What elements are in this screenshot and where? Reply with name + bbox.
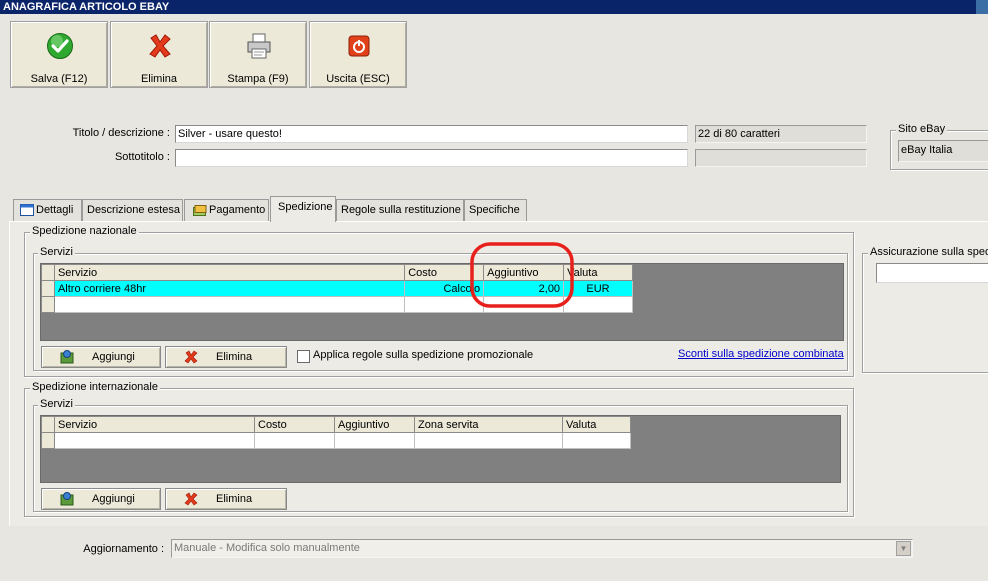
international-services-grid[interactable]: Servizio Costo Aggiuntivo Zona servita V… <box>40 415 841 483</box>
printer-icon <box>247 33 271 59</box>
subtitle-input[interactable] <box>175 149 688 167</box>
subtitle-char-count <box>695 149 867 167</box>
delete-button[interactable]: Elimina <box>110 21 208 88</box>
domestic-services-title: Servizi <box>38 246 76 258</box>
delete-x-icon <box>184 350 198 364</box>
tab-spedizione[interactable]: Spedizione <box>270 196 336 222</box>
add-service-icon <box>60 350 74 364</box>
tab-descrizione-estesa[interactable]: Descrizione estesa <box>82 199 183 221</box>
table-row[interactable] <box>41 432 631 449</box>
column-header[interactable]: Valuta <box>562 416 631 433</box>
window-icon <box>20 204 34 216</box>
cell-empty[interactable] <box>414 432 563 449</box>
delete-x-icon <box>184 492 198 506</box>
power-icon <box>348 35 370 57</box>
column-header[interactable]: Aggiuntivo <box>334 416 415 433</box>
row-header-corner <box>41 416 55 433</box>
add-service-icon <box>60 492 74 506</box>
insurance-select[interactable] <box>876 263 988 283</box>
print-button[interactable]: Stampa (F9) <box>209 21 307 88</box>
international-delete-button[interactable]: Elimina <box>165 488 287 510</box>
cell-empty[interactable] <box>254 432 335 449</box>
domestic-add-button[interactable]: Aggiungi <box>41 346 161 368</box>
tab-label: Specifiche <box>469 204 520 216</box>
checkmark-icon <box>47 33 73 59</box>
row-header[interactable] <box>41 280 55 297</box>
money-icon <box>193 205 207 216</box>
add-label: Aggiungi <box>92 493 135 505</box>
exit-button[interactable]: Uscita (ESC) <box>309 21 407 88</box>
delete-label: Elimina <box>216 351 253 363</box>
update-select-value: Manuale - Modifica solo manualmente <box>174 542 360 554</box>
cell-servizio[interactable]: Altro corriere 48hr <box>53 280 406 297</box>
promo-rule-checkbox[interactable] <box>297 350 310 363</box>
row-header[interactable] <box>41 432 55 449</box>
delete-x-icon <box>149 34 171 58</box>
tab-specifiche[interactable]: Specifiche <box>464 199 527 221</box>
highlight-circle <box>470 242 574 308</box>
column-header[interactable]: Servizio <box>53 264 406 281</box>
international-add-button[interactable]: Aggiungi <box>41 488 161 510</box>
char-count: 22 di 80 caratteri <box>695 125 867 143</box>
print-label: Stampa (F9) <box>227 73 289 85</box>
site-field[interactable]: eBay Italia <box>898 140 988 162</box>
tab-label: Spedizione <box>278 201 333 213</box>
tab-label: Dettagli <box>36 204 74 216</box>
delete-label: Elimina <box>216 493 253 505</box>
column-header[interactable]: Zona servita <box>414 416 563 433</box>
insurance-group-title: Assicurazione sulla spedi <box>868 246 988 258</box>
column-header[interactable]: Servizio <box>54 416 255 433</box>
save-button[interactable]: Salva (F12) <box>10 21 108 88</box>
save-label: Salva (F12) <box>30 73 88 85</box>
update-select[interactable]: Manuale - Modifica solo manualmente ▼ <box>171 539 913 558</box>
cell-empty[interactable] <box>53 296 406 313</box>
row-header[interactable] <box>41 296 55 313</box>
column-header[interactable]: Costo <box>254 416 335 433</box>
international-services-table: Servizio Costo Aggiuntivo Zona servita V… <box>41 416 631 449</box>
exit-label: Uscita (ESC) <box>326 73 390 85</box>
add-label: Aggiungi <box>92 351 135 363</box>
combined-discount-link[interactable]: Sconti sulla spedizione combinata <box>678 348 844 360</box>
international-group-title: Spedizione internazionale <box>30 381 160 393</box>
international-services-title: Servizi <box>38 398 76 410</box>
update-label: Aggiornamento : <box>83 543 164 555</box>
title-label: Titolo / descrizione : <box>72 127 170 139</box>
site-group-title: Sito eBay <box>896 123 948 135</box>
tab-regole-restituzione[interactable]: Regole sulla restituzione <box>336 199 464 221</box>
tab-label: Regole sulla restituzione <box>341 204 461 216</box>
title-input[interactable]: Silver - usare questo! <box>175 125 688 143</box>
window-control[interactable] <box>976 0 988 14</box>
window-title: ANAGRAFICA ARTICOLO EBAY <box>0 0 988 14</box>
tab-label: Descrizione estesa <box>87 204 180 216</box>
promo-rule-label: Applica regole sulla spedizione promozio… <box>313 349 534 361</box>
delete-label: Elimina <box>140 73 178 85</box>
cell-empty[interactable] <box>562 432 631 449</box>
row-header-corner <box>41 264 55 281</box>
subtitle-label: Sottotitolo : <box>114 151 170 163</box>
tab-label: Pagamento <box>209 204 266 216</box>
cell-empty[interactable] <box>54 432 255 449</box>
chevron-down-icon[interactable]: ▼ <box>896 541 911 556</box>
tab-pagamento[interactable]: Pagamento <box>184 199 269 221</box>
cell-empty[interactable] <box>334 432 415 449</box>
tab-dettagli[interactable]: Dettagli <box>13 199 82 221</box>
domestic-services-grid[interactable]: Servizio Costo Aggiuntivo Valuta Altro c… <box>40 263 844 341</box>
domestic-delete-button[interactable]: Elimina <box>165 346 287 368</box>
domestic-group-title: Spedizione nazionale <box>30 225 139 237</box>
